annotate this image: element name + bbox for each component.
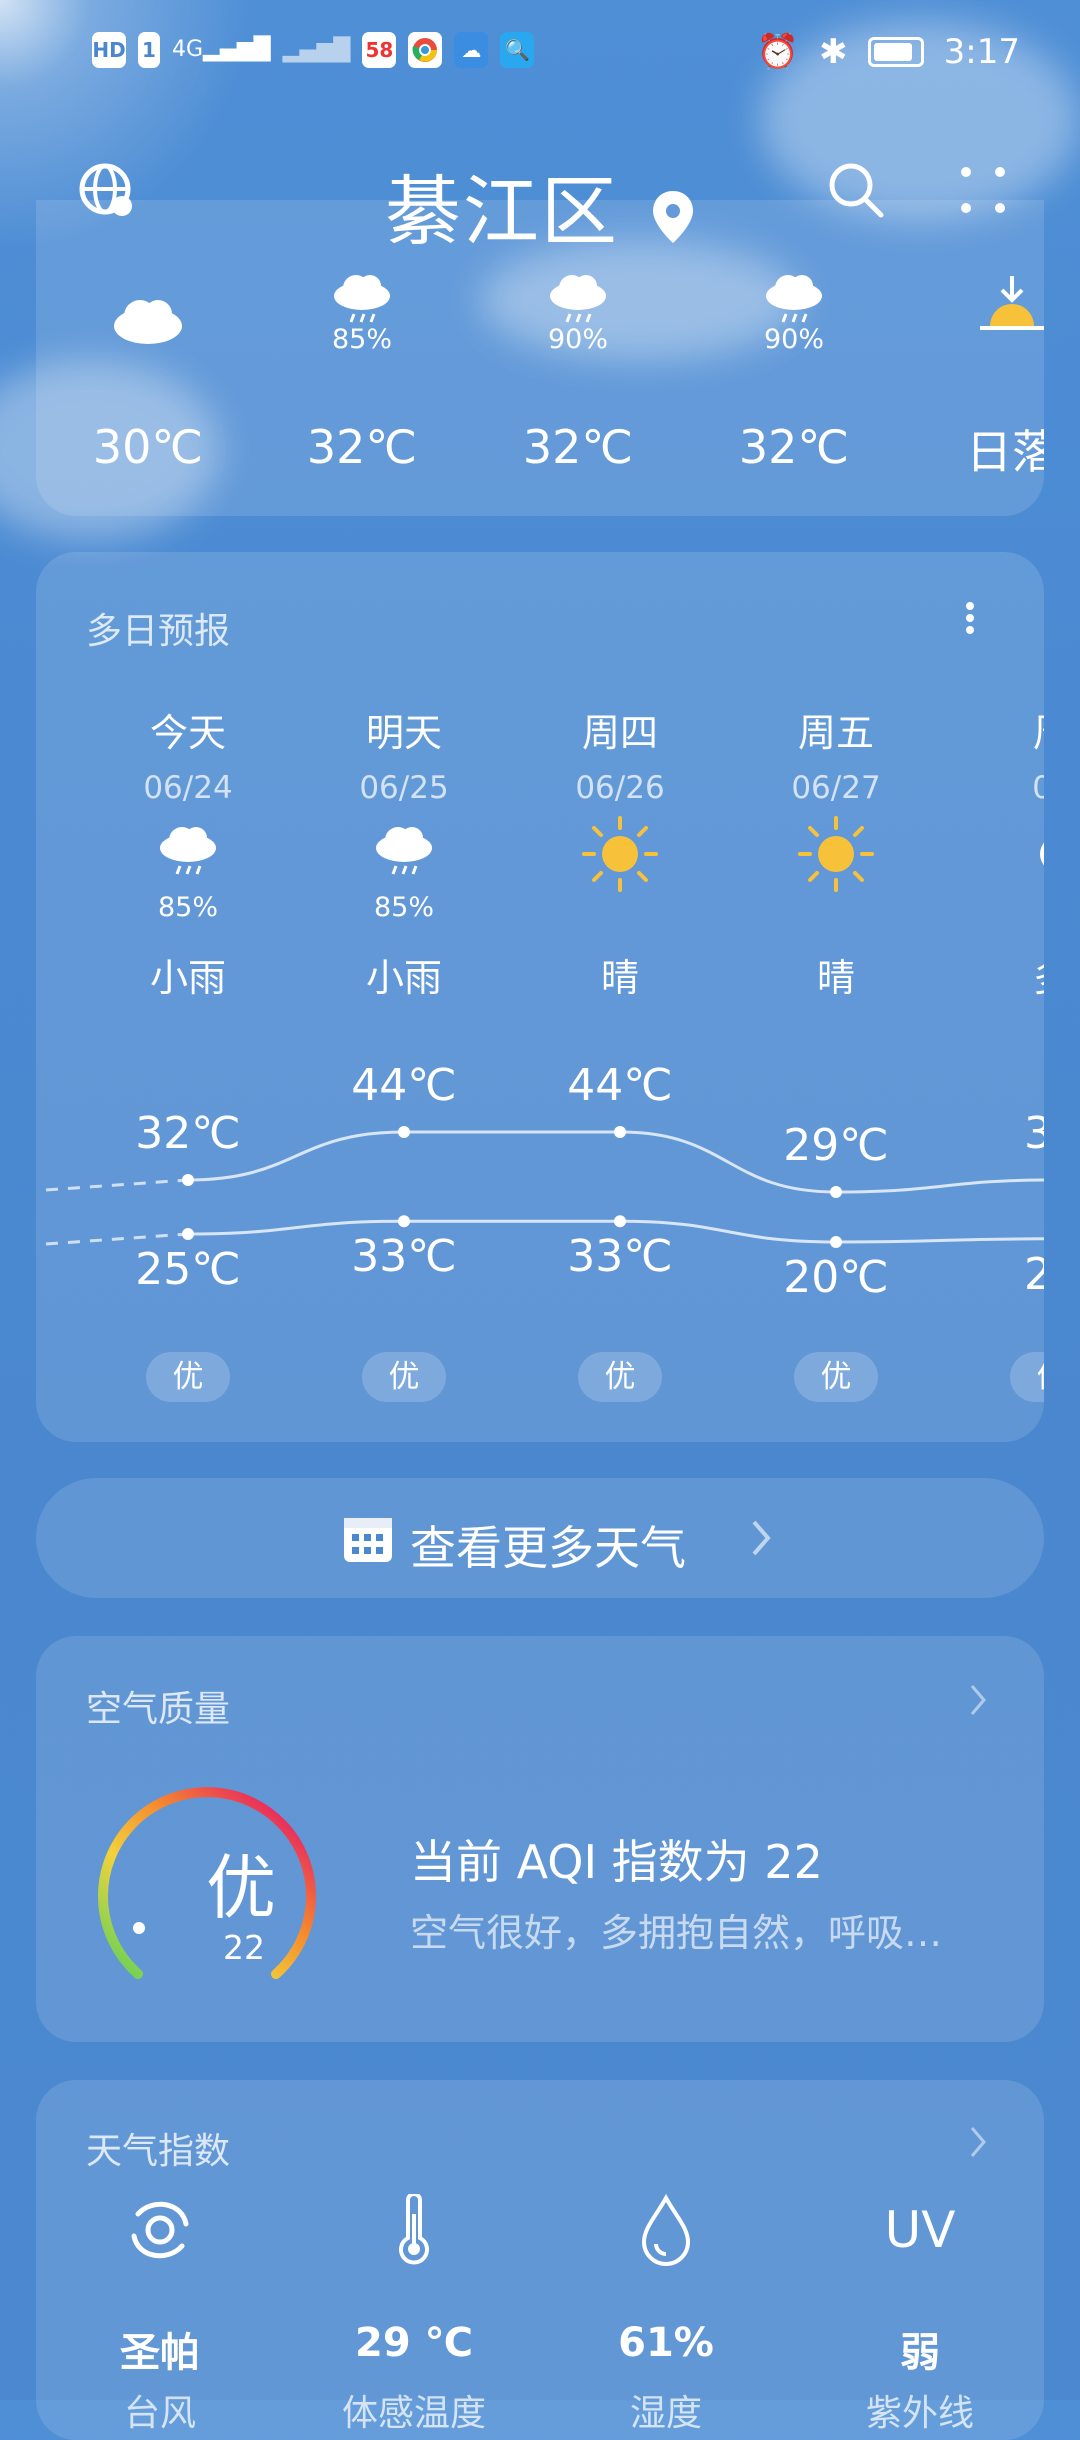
hourly-item: 30℃ [78, 290, 218, 474]
card-title: 空气质量 [86, 1689, 231, 1730]
temp-point [830, 1186, 842, 1198]
low-temp-label: 33℃ [567, 1231, 673, 1283]
alarm-icon: ⏰ [756, 32, 800, 72]
battery-icon [867, 37, 924, 67]
app-chrome-icon [408, 32, 443, 68]
hourly-item: 85% 32℃ [292, 272, 432, 474]
typhoon-icon [131, 2201, 189, 2259]
hourly-forecast-card[interactable]: 30℃ 85% 32℃ 90% 32℃ 90% 32℃ 日落 [36, 200, 1044, 516]
high-temp-curve-past [45, 1178, 189, 1192]
rain-cloud-icon [550, 275, 606, 323]
rain-cloud-icon [334, 275, 390, 323]
aqi-description: 空气很好，多拥抱自然，呼吸… [410, 1911, 943, 1955]
chevron-right-icon [970, 2127, 986, 2157]
rain-cloud-icon [766, 275, 822, 323]
hd-indicator: HD [92, 32, 126, 68]
high-temp-label: 29℃ [783, 1120, 889, 1171]
hourly-item: 90% 32℃ [724, 272, 864, 474]
temp-point [182, 1228, 194, 1240]
low-temp-label: 22 [1024, 1248, 1044, 1300]
temperature-curve-chart [45, 1126, 1044, 1248]
temp-point [614, 1126, 626, 1138]
calendar-icon [344, 1518, 392, 1562]
chevron-right-icon [752, 1520, 771, 1556]
temp-point [830, 1236, 842, 1248]
temp-point [398, 1126, 410, 1138]
status-time: 3:17 [943, 32, 1020, 72]
aqi-level: 优 [206, 1847, 276, 1929]
index-item[interactable]: 29 ℃ 体感温度 [314, 2192, 514, 2434]
high-temp-label: 44℃ [567, 1060, 673, 1111]
index-item[interactable]: 61% 湿度 [566, 2193, 766, 2434]
bluetooth-icon: ✱ [819, 32, 848, 72]
app-weather-icon: ☁ [454, 32, 489, 68]
aqi-headline: 当前 AQI 指数为 22 [410, 1835, 823, 1889]
weather-index-card[interactable]: 天气指数 圣帕 台风 29 ℃ 体感温度 61% 湿度 UV 弱 紫外线 [36, 2080, 1044, 2440]
chevron-right-icon [970, 1685, 986, 1715]
cloud-icon [114, 300, 182, 344]
high-temp-label: 44℃ [351, 1060, 457, 1111]
low-temp-label: 33℃ [351, 1231, 457, 1283]
temp-point [398, 1215, 410, 1228]
app-search-icon: 🔍 [500, 32, 535, 68]
signal-empty-icon: ▂▄▆█ [282, 37, 351, 63]
hourly-item: 90% 32℃ [508, 272, 648, 474]
index-item[interactable]: 圣帕 台风 [60, 2194, 260, 2434]
more-weather-button[interactable]: 查看更多天气 [36, 1478, 1044, 1598]
temp-point [614, 1215, 626, 1228]
sunset-icon [980, 276, 1044, 330]
thermometer-icon [399, 2192, 429, 2265]
humidity-drop-icon [641, 2193, 691, 2266]
low-temp-curve-past [45, 1232, 189, 1246]
index-item[interactable]: UV 弱 紫外线 [820, 2194, 1020, 2434]
air-quality-card[interactable]: 空气质量 优 22 当前 AQI 指数为 22 空气很好，多拥抱自然，呼吸… [36, 1636, 1044, 2042]
low-temp-label: 20℃ [783, 1252, 889, 1303]
hourly-item: 日落 [942, 276, 1044, 479]
temp-point [182, 1174, 194, 1186]
sim-indicator: 1 [138, 32, 160, 68]
signal-icon: 4G▂▄▆█ [172, 37, 271, 62]
uv-icon: UV [884, 2201, 956, 2259]
status-bar: HD 1 4G▂▄▆█ ▂▄▆█ 58 ☁ 🔍 ⏰ ✱ 3:17 [0, 0, 1080, 110]
multi-day-forecast-card: 多日预报 今天 06/24 85% 小雨 优 明天 06/25 85% 小雨 优… [36, 552, 1044, 1442]
app-58-icon: 58 [362, 32, 397, 68]
low-temp-label: 25℃ [135, 1244, 241, 1295]
card-title: 天气指数 [86, 2131, 231, 2172]
more-weather-label: 查看更多天气 [410, 1521, 686, 1575]
aqi-value: 22 [223, 1928, 265, 1967]
high-temp-label: 32℃ [135, 1108, 241, 1159]
high-temp-label: 32 [1024, 1108, 1044, 1159]
